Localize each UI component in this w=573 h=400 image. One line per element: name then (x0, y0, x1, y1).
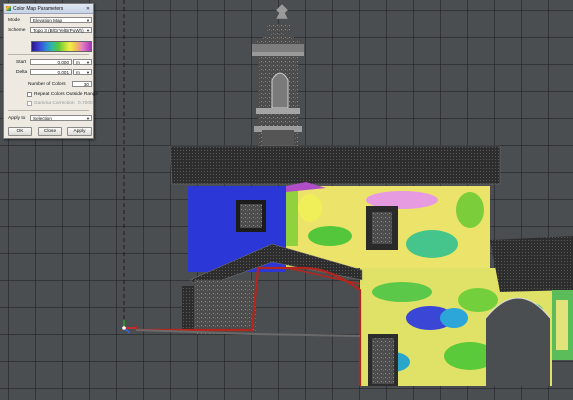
app-icon (6, 6, 11, 11)
divider (8, 54, 89, 55)
apply-to-label: Apply to (8, 116, 26, 121)
dialog-titlebar[interactable]: Color Map Parameters ✕ (4, 4, 93, 14)
gamma-value: 0.7000 (78, 101, 93, 106)
chevron-down-icon: ▼ (86, 116, 90, 121)
close-icon[interactable]: ✕ (85, 6, 91, 12)
chevron-down-icon: ▼ (86, 18, 90, 23)
delta-unit-select[interactable]: m ▼ (73, 69, 92, 75)
color-scheme-preview (31, 41, 92, 52)
mode-select[interactable]: Elevation Map ▼ (30, 17, 92, 23)
color-map-dialog: Color Map Parameters ✕ Mode Elevation Ma… (3, 3, 98, 139)
mode-label: Mode (8, 18, 20, 23)
num-colors-label: Number of Colors (28, 82, 66, 87)
chevron-down-icon: ▼ (86, 70, 90, 75)
main-roof (169, 145, 501, 185)
repeat-colors-checkbox[interactable] (27, 92, 32, 97)
start-unit-select[interactable]: m ▼ (73, 59, 92, 65)
gamma-label: Gamma Correction (34, 101, 75, 106)
axis-gizmo-icon (122, 320, 136, 334)
heatmap-wall (286, 182, 490, 268)
delta-label: Delta (16, 70, 28, 75)
chevron-down-icon: ▼ (86, 28, 90, 33)
ok-button[interactable]: OK (8, 127, 32, 136)
delta-input[interactable]: 0.001 (30, 69, 72, 75)
divider (8, 110, 89, 111)
gamma-checkbox[interactable] (27, 101, 32, 106)
num-colors-input[interactable]: 30 (72, 81, 92, 87)
bell-tower (252, 3, 304, 148)
start-label: Start (16, 60, 27, 65)
right-roof (490, 236, 573, 292)
repeat-colors-label: Repeat Colors Outside Range (34, 92, 98, 97)
dialog-title: Color Map Parameters (13, 5, 64, 12)
start-input[interactable]: 0.000 (30, 59, 72, 65)
scheme-label: Scheme (8, 28, 26, 33)
apply-button[interactable]: Apply (67, 127, 92, 136)
apply-to-select[interactable]: Selection ▼ (30, 115, 92, 121)
scheme-select[interactable]: Topo 3 (BlGrYelBrPuWh) ▼ (30, 27, 92, 33)
chevron-down-icon: ▼ (86, 60, 90, 65)
close-button[interactable]: Close (38, 127, 62, 136)
